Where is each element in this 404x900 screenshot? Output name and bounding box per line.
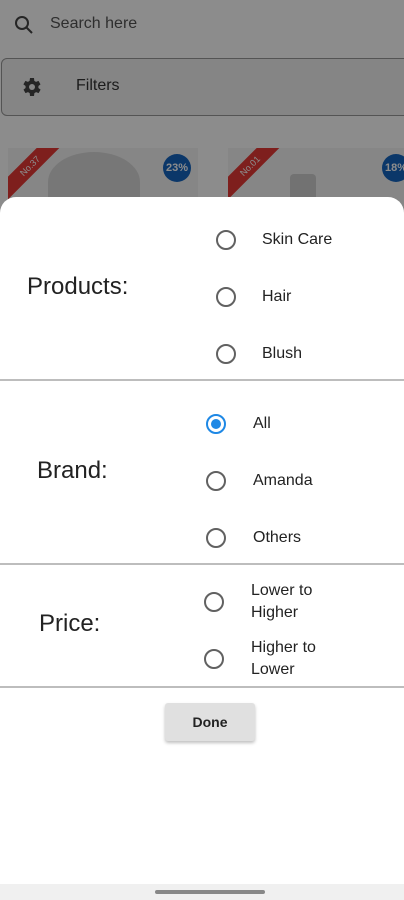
products-section: Products: Skin Care Hair Blush	[0, 197, 404, 380]
option-skin-care[interactable]: Skin Care	[216, 229, 332, 251]
radio-button[interactable]	[216, 287, 236, 307]
option-others[interactable]: Others	[206, 527, 301, 549]
option-label: Blush	[262, 345, 303, 362]
radio-button-selected[interactable]	[206, 414, 226, 434]
price-section: Price: Lower to Higher Higher to Lower	[0, 564, 404, 686]
option-label: Amanda	[253, 472, 313, 489]
option-lower-to-higher[interactable]: Lower to Higher	[204, 580, 331, 624]
option-label: Hair	[262, 288, 292, 305]
brand-title: Brand:	[37, 457, 108, 484]
option-label: Higher to Lower	[251, 639, 316, 678]
option-label: Skin Care	[262, 231, 333, 248]
products-title: Products:	[27, 273, 129, 300]
radio-button[interactable]	[206, 528, 226, 548]
section-divider	[0, 686, 404, 688]
option-all[interactable]: All	[206, 413, 271, 435]
radio-button[interactable]	[204, 649, 224, 669]
option-label: Others	[253, 529, 302, 546]
radio-button[interactable]	[216, 230, 236, 250]
home-indicator[interactable]	[155, 890, 265, 894]
brand-section: Brand: All Amanda Others	[0, 381, 404, 563]
option-label: All	[253, 415, 271, 432]
radio-button[interactable]	[216, 344, 236, 364]
option-hair[interactable]: Hair	[216, 286, 291, 308]
option-label: Lower to Higher	[251, 582, 313, 621]
option-blush[interactable]: Blush	[216, 343, 302, 365]
filter-sheet: Products: Skin Care Hair Blush Brand: Al…	[0, 197, 404, 900]
done-button[interactable]: Done	[165, 703, 255, 741]
option-higher-to-lower[interactable]: Higher to Lower	[204, 637, 331, 681]
radio-button[interactable]	[204, 592, 224, 612]
radio-button[interactable]	[206, 471, 226, 491]
option-amanda[interactable]: Amanda	[206, 470, 313, 492]
price-title: Price:	[39, 610, 101, 637]
